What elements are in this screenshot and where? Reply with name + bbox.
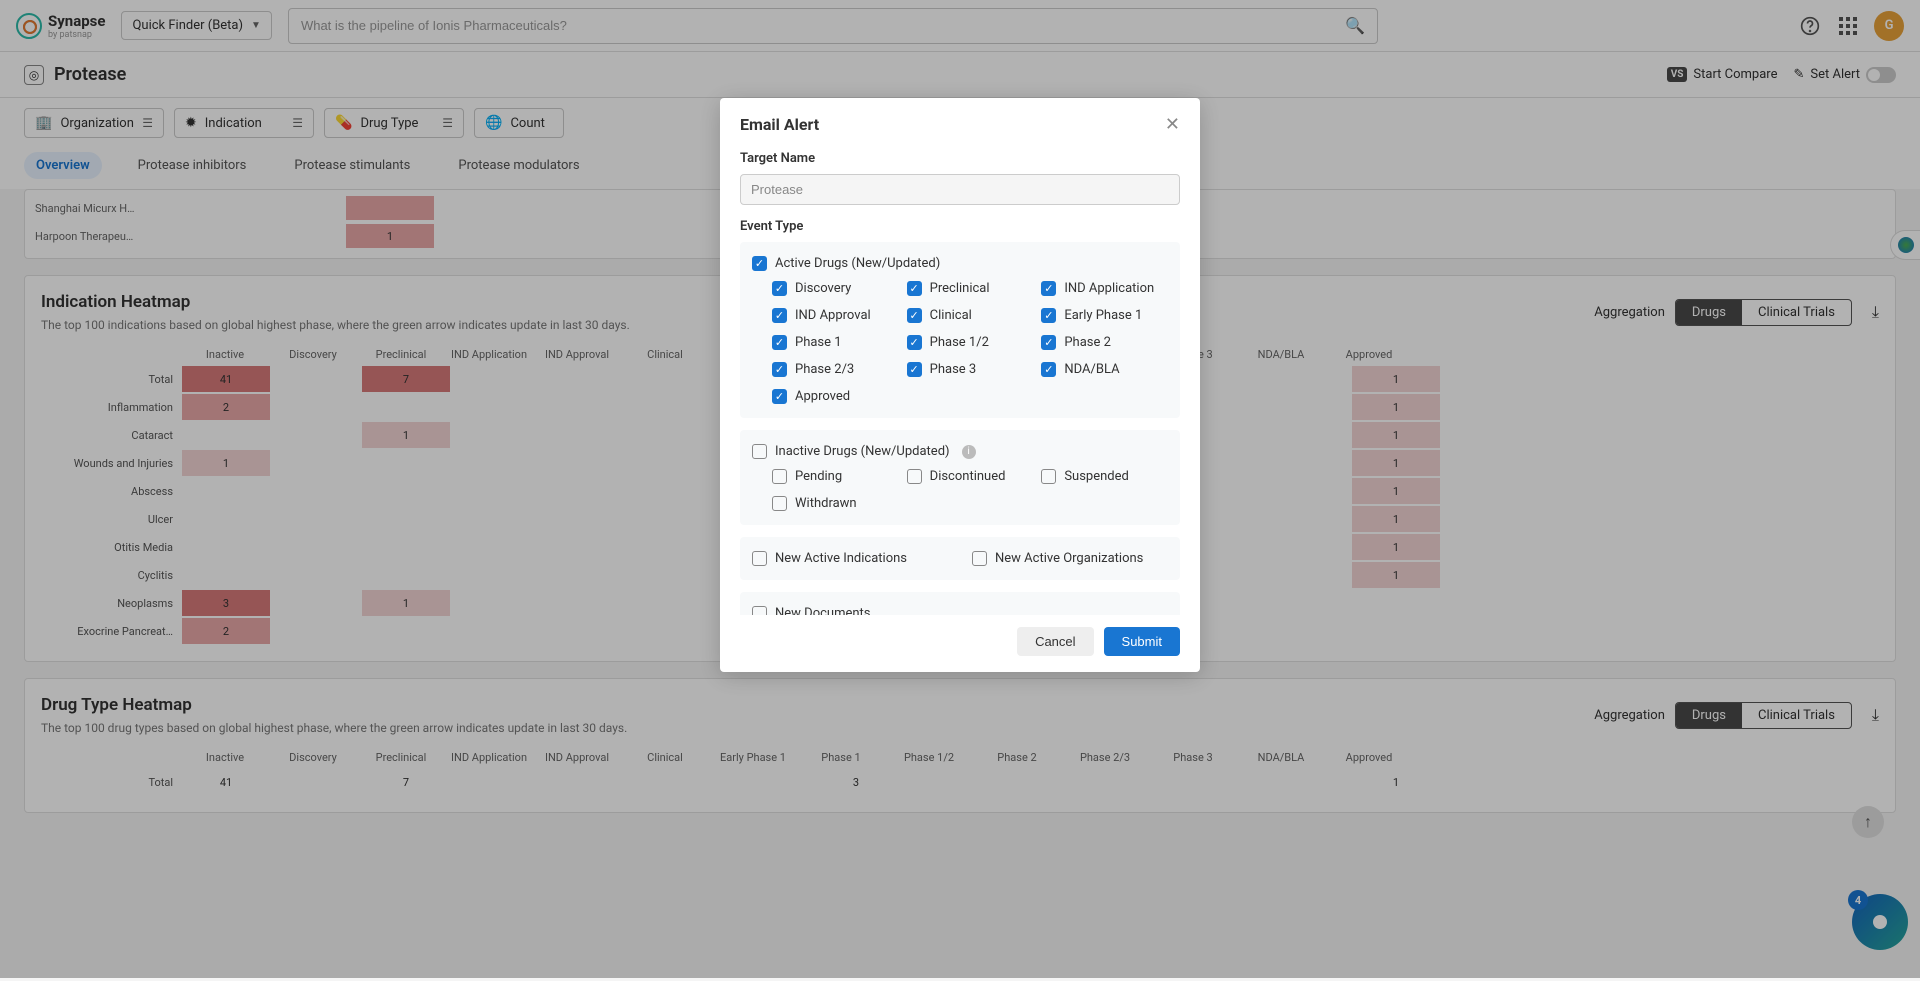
checkbox-icon xyxy=(772,469,787,484)
checkbox-phase-3[interactable]: ✓Phase 3 xyxy=(907,362,1034,377)
checkbox-icon: ✓ xyxy=(772,308,787,323)
checkbox-nda-bla[interactable]: ✓NDA/BLA xyxy=(1041,362,1168,377)
checkbox-icon: ✓ xyxy=(907,335,922,350)
checkbox-ind-application[interactable]: ✓IND Application xyxy=(1041,281,1168,296)
target-name-input xyxy=(740,174,1180,205)
new-active-group: New Active Indications New Active Organi… xyxy=(740,537,1180,580)
target-name-label: Target Name xyxy=(740,151,1180,166)
checkbox-phase-2[interactable]: ✓Phase 2 xyxy=(1041,335,1168,350)
modal-title: Email Alert xyxy=(740,115,819,134)
checkbox-icon xyxy=(772,496,787,511)
checkbox-approved[interactable]: ✓Approved xyxy=(772,389,899,404)
checkbox-icon xyxy=(752,606,767,615)
checkbox-discontinued[interactable]: Discontinued xyxy=(907,469,1034,484)
checkbox-icon xyxy=(752,551,767,566)
cancel-button[interactable]: Cancel xyxy=(1017,627,1093,656)
checkbox-phase-1-2[interactable]: ✓Phase 1/2 xyxy=(907,335,1034,350)
info-icon[interactable]: i xyxy=(962,445,976,459)
checkbox-active-drugs[interactable]: ✓ Active Drugs (New/Updated) xyxy=(752,256,1168,271)
checkbox-icon: ✓ xyxy=(752,256,767,271)
checkbox-clinical[interactable]: ✓Clinical xyxy=(907,308,1034,323)
submit-button[interactable]: Submit xyxy=(1104,627,1180,656)
email-alert-modal: Email Alert ✕ Target Name Event Type ✓ A… xyxy=(720,98,1200,672)
event-type-label: Event Type xyxy=(740,219,1180,234)
checkbox-icon xyxy=(1041,469,1056,484)
checkbox-inactive-drugs[interactable]: Inactive Drugs (New/Updated) i xyxy=(752,444,1168,459)
checkbox-icon: ✓ xyxy=(1041,362,1056,377)
checkbox-phase-2-3[interactable]: ✓Phase 2/3 xyxy=(772,362,899,377)
checkbox-icon: ✓ xyxy=(1041,308,1056,323)
checkbox-withdrawn[interactable]: Withdrawn xyxy=(772,496,899,511)
active-drugs-group: ✓ Active Drugs (New/Updated) ✓Discovery✓… xyxy=(740,242,1180,418)
checkbox-icon: ✓ xyxy=(772,335,787,350)
checkbox-icon xyxy=(907,469,922,484)
checkbox-discovery[interactable]: ✓Discovery xyxy=(772,281,899,296)
checkbox-icon: ✓ xyxy=(772,281,787,296)
checkbox-new-documents[interactable]: New Documents xyxy=(752,606,1168,615)
checkbox-phase-1[interactable]: ✓Phase 1 xyxy=(772,335,899,350)
checkbox-preclinical[interactable]: ✓Preclinical xyxy=(907,281,1034,296)
checkbox-icon: ✓ xyxy=(907,281,922,296)
new-documents-group: New Documents Clinical TrialsPatents xyxy=(740,592,1180,615)
close-icon[interactable]: ✕ xyxy=(1165,114,1180,135)
checkbox-icon xyxy=(972,551,987,566)
checkbox-new-indications[interactable]: New Active Indications xyxy=(752,551,948,566)
checkbox-new-organizations[interactable]: New Active Organizations xyxy=(972,551,1168,566)
checkbox-icon: ✓ xyxy=(772,362,787,377)
checkbox-icon: ✓ xyxy=(1041,335,1056,350)
checkbox-ind-approval[interactable]: ✓IND Approval xyxy=(772,308,899,323)
checkbox-icon: ✓ xyxy=(907,362,922,377)
checkbox-icon xyxy=(752,444,767,459)
checkbox-icon: ✓ xyxy=(1041,281,1056,296)
checkbox-early-phase-1[interactable]: ✓Early Phase 1 xyxy=(1041,308,1168,323)
checkbox-pending[interactable]: Pending xyxy=(772,469,899,484)
checkbox-suspended[interactable]: Suspended xyxy=(1041,469,1168,484)
inactive-drugs-group: Inactive Drugs (New/Updated) i Pending Di… xyxy=(740,430,1180,525)
checkbox-icon: ✓ xyxy=(907,308,922,323)
checkbox-icon: ✓ xyxy=(772,389,787,404)
